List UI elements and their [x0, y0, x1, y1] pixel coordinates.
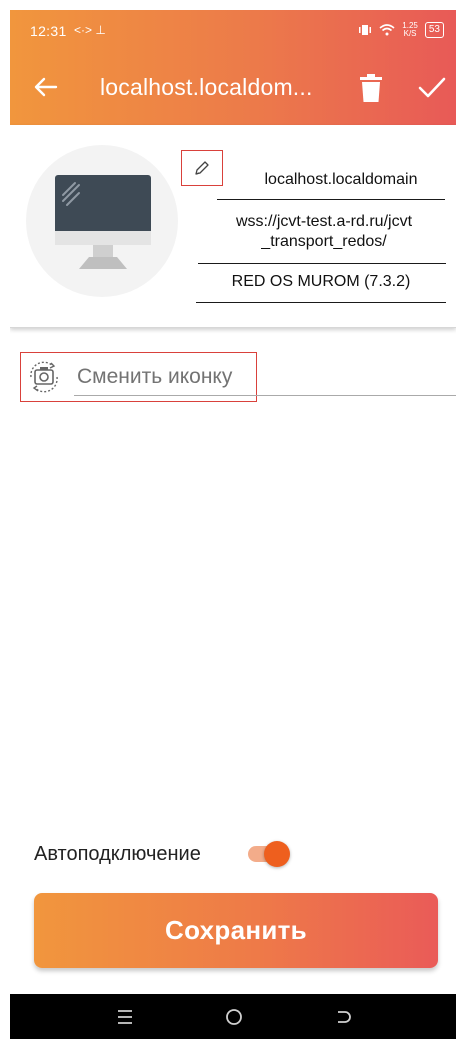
vibrate-icon — [359, 25, 372, 35]
pencil-icon — [195, 161, 209, 175]
battery-indicator: 53 — [424, 22, 444, 38]
save-button[interactable]: Сохранить — [34, 893, 438, 968]
toggle-knob — [264, 841, 290, 867]
connection-card: localhost.localdomain wss://jcvt-test.a-… — [10, 125, 456, 328]
computer-avatar[interactable] — [26, 145, 178, 297]
auto-connect-toggle[interactable] — [248, 841, 290, 867]
edit-name-button[interactable] — [181, 150, 223, 186]
menu-icon[interactable] — [110, 1004, 140, 1030]
os-version-underline — [196, 302, 446, 303]
server-url-line-1: wss://jcvt-test.a-rd.ru/jcvt — [235, 213, 413, 230]
status-bar: 12:31 <·> ⊥ 1.25 K/S 53 — [10, 10, 456, 53]
monitor-icon — [55, 175, 151, 269]
wifi-icon — [379, 24, 395, 36]
server-url-line-2: _transport_redos/ — [261, 233, 387, 250]
change-icon-label[interactable]: Сменить иконку — [77, 365, 232, 389]
app-bar: localhost.localdom... — [10, 53, 456, 125]
status-time: 12:31 — [30, 23, 67, 39]
change-icon-underline — [74, 395, 456, 396]
phone-screen: 12:31 <·> ⊥ 1.25 K/S 53 localhost.locald… — [10, 10, 456, 1039]
camera-rotate-icon — [30, 361, 58, 393]
network-speed-unit: K/S — [403, 29, 417, 38]
network-speed: 1.25 K/S — [402, 22, 418, 38]
check-icon[interactable] — [417, 75, 447, 101]
host-name-underline — [217, 199, 445, 200]
auto-connect-label: Автоподключение — [34, 843, 201, 865]
os-version-field: RED OS MUROM (7.3.2) — [231, 273, 411, 290]
home-icon[interactable] — [219, 1004, 249, 1030]
trash-icon[interactable] — [360, 74, 382, 102]
back-nav-icon[interactable] — [328, 1004, 358, 1030]
arrow-left-icon[interactable] — [32, 73, 60, 101]
server-url-underline — [198, 263, 446, 264]
status-right-icons: 1.25 K/S 53 — [358, 22, 444, 38]
server-url-field[interactable]: wss://jcvt-test.a-rd.ru/jcvt _transport_… — [210, 212, 438, 252]
navigation-bar — [10, 994, 456, 1039]
status-left-icons: <·> ⊥ — [74, 23, 106, 37]
page-title: localhost.localdom... — [100, 74, 313, 100]
host-name-field[interactable]: localhost.localdomain — [234, 171, 448, 189]
